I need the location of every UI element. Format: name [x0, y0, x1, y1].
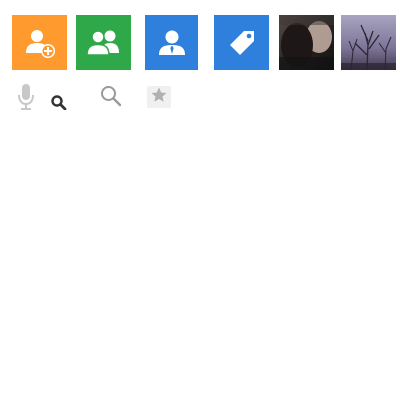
microphone-icon — [16, 83, 36, 116]
add-contact-tile[interactable] — [12, 15, 67, 70]
photo-thumbnail-1[interactable] — [279, 15, 334, 70]
photo-thumbnail-icon — [279, 15, 334, 70]
photo-thumbnail-2[interactable] — [341, 15, 396, 70]
zoom-search-icon — [50, 94, 68, 115]
contact-tile[interactable] — [145, 15, 198, 70]
person-icon — [156, 27, 188, 59]
favorite-button[interactable] — [146, 85, 172, 109]
star-icon — [150, 86, 168, 109]
photo-thumbnail-icon — [341, 15, 396, 70]
voice-input-button[interactable] — [16, 83, 36, 116]
star-background — [147, 86, 171, 108]
group-icon — [85, 27, 123, 59]
app-canvas — [0, 0, 400, 400]
search-button[interactable] — [99, 84, 123, 113]
zoom-search-button[interactable] — [50, 94, 68, 115]
tag-icon — [226, 27, 258, 59]
tag-tile[interactable] — [214, 15, 269, 70]
search-icon — [99, 84, 123, 113]
add-contact-icon — [23, 26, 57, 60]
group-tile[interactable] — [76, 15, 131, 70]
